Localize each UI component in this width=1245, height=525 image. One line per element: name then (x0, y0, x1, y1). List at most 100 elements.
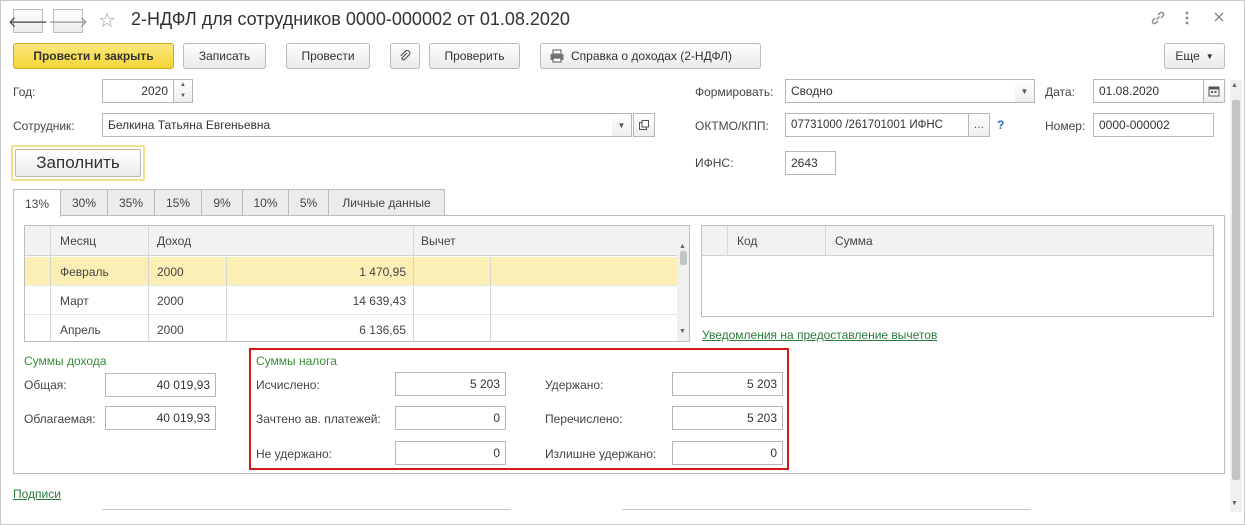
transferred-field[interactable]: 5 203 (672, 406, 783, 430)
taxable-income-field[interactable]: 40 019,93 (105, 406, 216, 430)
income-certificate-button[interactable]: Справка о доходах (2-НДФЛ) (540, 43, 761, 69)
row-month: Апрель (60, 322, 101, 337)
fill-button[interactable]: Заполнить (15, 149, 141, 177)
form-type-dropdown-icon[interactable]: ▼ (1015, 79, 1035, 103)
income-certificate-label: Справка о доходах (2-НДФЛ) (571, 49, 733, 63)
total-income-field[interactable]: 40 019,93 (105, 373, 216, 397)
withheld-label: Удержано: (545, 378, 604, 392)
scroll-thumb[interactable] (680, 251, 687, 265)
ifns-input[interactable]: 2643 (785, 151, 836, 175)
income-sums-title: Суммы дохода (24, 354, 107, 368)
tax-sums-title: Суммы налога (256, 354, 337, 368)
sum-column-header[interactable]: Сумма (835, 226, 873, 256)
not-withheld-field[interactable]: 0 (395, 441, 506, 465)
over-withheld-field[interactable]: 0 (672, 441, 783, 465)
row-code: 2000 (157, 264, 184, 279)
not-withheld-label: Не удержано: (256, 447, 332, 461)
calculated-label: Исчислено: (256, 378, 320, 392)
favorite-star-icon[interactable]: ☆ (98, 8, 116, 33)
grid-line (490, 257, 491, 341)
oktmo-input[interactable]: 07731000 /261701001 ИФНС (785, 113, 969, 137)
advance-payments-field[interactable]: 0 (395, 406, 506, 430)
tab-10[interactable]: 10% (242, 189, 289, 215)
post-and-close-button[interactable]: Провести и закрыть (13, 43, 174, 69)
oktmo-select-button[interactable]: … (968, 113, 990, 137)
more-menu-button[interactable]: Еще ▼ (1164, 43, 1225, 69)
year-input[interactable]: 2020 (102, 79, 174, 103)
employee-open-button[interactable] (633, 113, 655, 137)
year-spinner[interactable]: ▲ ▼ (173, 79, 193, 103)
more-icon[interactable] (1184, 10, 1190, 30)
post-button[interactable]: Провести (286, 43, 370, 69)
over-withheld-label: Излишне удержано: (545, 447, 657, 461)
ifns-label: ИФНС: (695, 156, 734, 170)
deduction-column-header[interactable]: Вычет (421, 226, 456, 256)
back-button[interactable]: 🡐 (8, 9, 48, 33)
page-title: 2-НДФЛ для сотрудников 0000-000002 от 01… (131, 9, 570, 29)
advance-payments-label: Зачтено ав. платежей: (256, 412, 381, 426)
tab-30[interactable]: 30% (60, 189, 108, 215)
tab-9[interactable]: 9% (201, 189, 243, 215)
grid-line (50, 226, 51, 341)
signature-line (102, 509, 511, 510)
tab-15[interactable]: 15% (154, 189, 202, 215)
check-button[interactable]: Проверить (429, 43, 520, 69)
tab-5[interactable]: 5% (288, 189, 329, 215)
deduction-table-header (702, 226, 1213, 256)
tab-35[interactable]: 35% (107, 189, 155, 215)
calendar-button[interactable] (1203, 79, 1225, 103)
spin-down-icon[interactable]: ▼ (174, 91, 192, 102)
save-button[interactable]: Записать (183, 43, 266, 69)
tab-13[interactable]: 13% (13, 189, 61, 217)
fill-button-frame: Заполнить (11, 145, 145, 181)
row-month: Март (60, 293, 89, 308)
number-input[interactable]: 0000-000002 (1093, 113, 1214, 137)
code-column-header[interactable]: Код (737, 226, 757, 256)
date-label: Дата: (1045, 85, 1075, 99)
page-scroll-thumb[interactable] (1232, 100, 1240, 480)
printer-icon (550, 49, 564, 63)
transferred-label: Перечислено: (545, 412, 623, 426)
calculated-field[interactable]: 5 203 (395, 372, 506, 396)
grid-line (148, 226, 149, 341)
income-table[interactable]: Месяц Доход Вычет Февраль 2000 1 470,95 … (24, 225, 690, 342)
page-scroll-down-icon[interactable]: ▼ (1231, 500, 1238, 507)
paperclip-icon (400, 49, 411, 61)
month-column-header[interactable]: Месяц (60, 226, 96, 256)
deduction-table[interactable]: Код Сумма (701, 225, 1214, 317)
form-type-label: Формировать: (695, 85, 774, 99)
row-code: 2000 (157, 322, 184, 337)
signatures-link[interactable]: Подписи (13, 487, 61, 501)
close-icon[interactable] (1212, 10, 1226, 28)
form-type-select[interactable]: Сводно (785, 79, 1016, 103)
signature-line (622, 509, 1031, 510)
deduction-notices-link[interactable]: Уведомления на предоставление вычетов (702, 328, 937, 342)
open-form-icon (639, 120, 649, 130)
date-input[interactable]: 01.08.2020 (1093, 79, 1204, 103)
grid-line (727, 226, 728, 256)
number-label: Номер: (1045, 119, 1086, 133)
row-amount: 6 136,65 (359, 322, 406, 337)
spin-up-icon[interactable]: ▲ (174, 80, 192, 91)
attach-button[interactable] (390, 43, 420, 69)
forward-button[interactable]: 🡒 (48, 9, 88, 33)
income-table-header (25, 226, 689, 256)
dropdown-arrow-icon: ▼ (1205, 51, 1214, 61)
grid-line (413, 226, 414, 341)
oktmo-label: ОКТМО/КПП: (695, 119, 769, 133)
arrow-left-icon: 🡐 (7, 13, 49, 31)
page-scroll-up-icon[interactable]: ▲ (1231, 82, 1238, 89)
scroll-up-icon[interactable]: ▲ (679, 243, 686, 250)
scroll-down-icon[interactable]: ▼ (679, 328, 686, 335)
employee-input[interactable]: Белкина Татьяна Евгеньевна (102, 113, 613, 137)
row-code: 2000 (157, 293, 184, 308)
year-label: Год: (13, 85, 36, 99)
income-column-header[interactable]: Доход (157, 226, 191, 256)
tab-personal-data[interactable]: Личные данные (328, 189, 445, 215)
employee-dropdown-icon[interactable]: ▼ (612, 113, 632, 137)
link-icon[interactable] (1150, 10, 1166, 30)
row-amount: 14 639,43 (352, 293, 406, 308)
help-icon[interactable]: ? (997, 118, 1004, 132)
total-income-label: Общая: (24, 378, 67, 392)
withheld-field[interactable]: 5 203 (672, 372, 783, 396)
